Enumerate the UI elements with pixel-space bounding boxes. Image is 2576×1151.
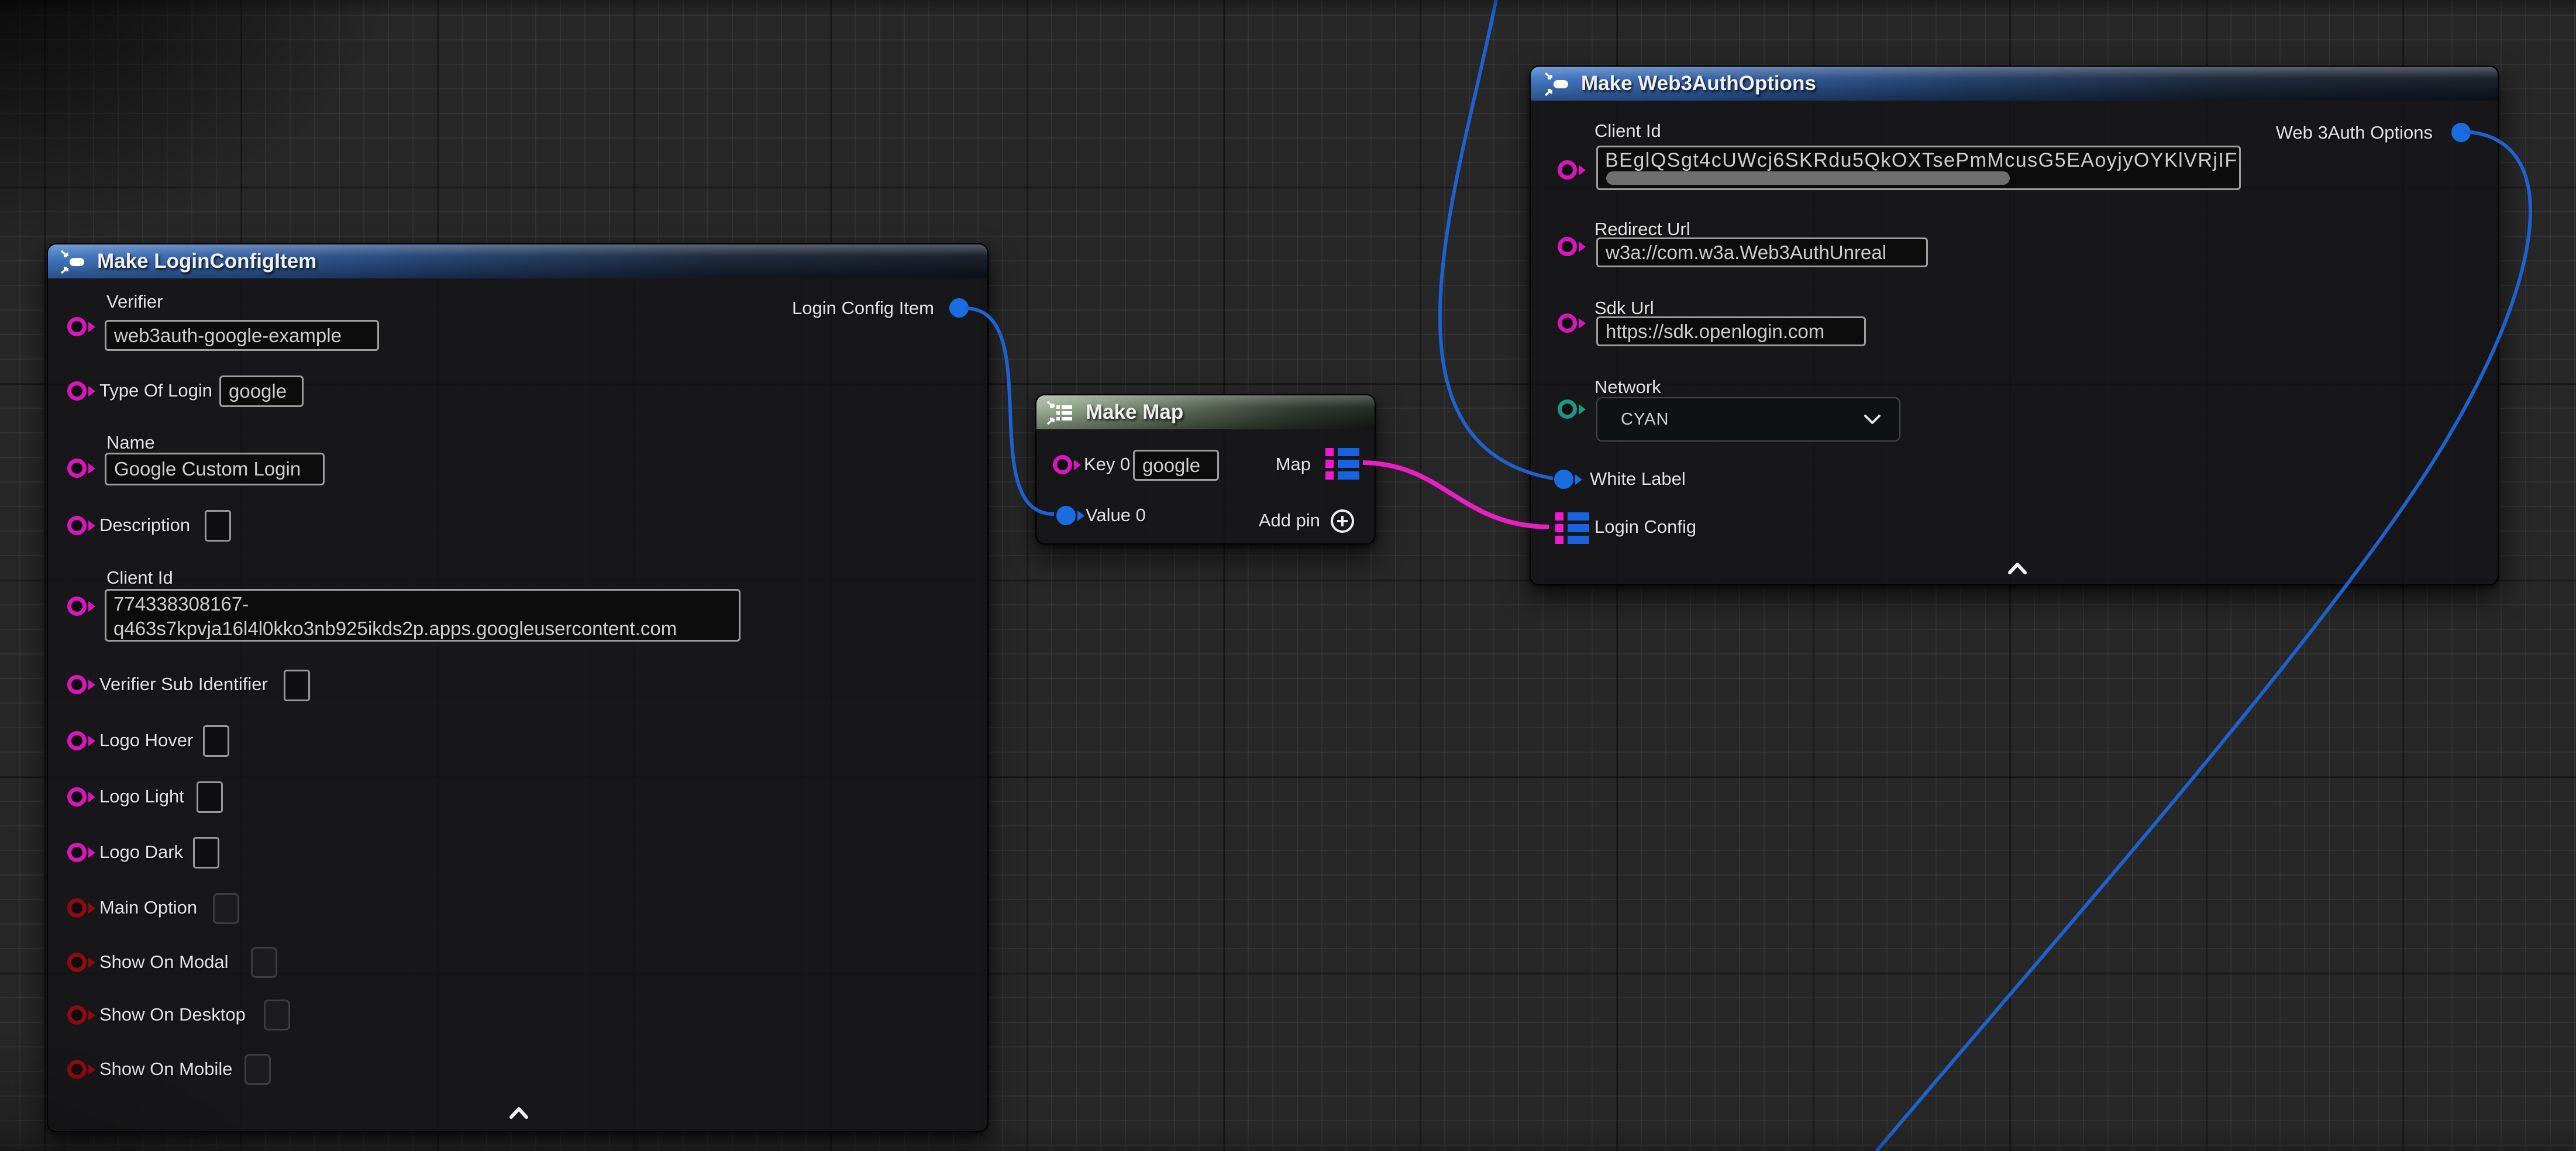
sdk-url-input[interactable]: https://sdk.openlogin.com: [1596, 316, 1866, 346]
node-make-web3authoptions[interactable]: Make Web3AuthOptions Web 3Auth Options C…: [1530, 66, 2499, 585]
pin-label-login-config: Login Config: [1594, 516, 1696, 537]
pin-label-name: Name: [106, 432, 155, 453]
show-on-mobile-checkbox[interactable]: [244, 1054, 271, 1085]
pin-description[interactable]: [67, 516, 87, 535]
network-selected-value: CYAN: [1621, 410, 1669, 429]
pin-label-client-id: Client Id: [106, 567, 173, 588]
name-input[interactable]: Google Custom Login: [105, 453, 325, 485]
collapse-node-chevron-icon[interactable]: [2007, 562, 2027, 575]
node-title: Make Web3AuthOptions: [1581, 72, 1816, 95]
pin-label-redirect-url: Redirect Url: [1594, 219, 1690, 240]
pin-label-logo-light: Logo Light: [99, 786, 184, 807]
node-header[interactable]: Make Map: [1036, 395, 1375, 429]
client-id-scrollbar[interactable]: [1606, 171, 2010, 185]
logo-dark-input[interactable]: [193, 837, 219, 869]
node-make-map[interactable]: Make Map Key 0 google Map Value 0 Add pi…: [1035, 394, 1376, 545]
pin-label-web3auth-options: Web 3Auth Options: [2276, 122, 2433, 143]
make-struct-icon: [1544, 71, 1571, 97]
type-of-login-input[interactable]: google: [219, 375, 304, 407]
network-dropdown[interactable]: CYAN: [1596, 397, 1900, 442]
pin-label-white-label: White Label: [1590, 468, 1686, 490]
client-id-text: BEglQSgt4cUWcj6SKRdu5QkOXTsePmMcusG5EAoy…: [1598, 147, 2239, 174]
logo-light-input[interactable]: [197, 781, 223, 813]
node-header[interactable]: Make Web3AuthOptions: [1531, 67, 2498, 101]
pin-label-type-of-login: Type Of Login: [99, 380, 212, 401]
chevron-down-icon: [1863, 413, 1882, 425]
pin-label-login-config-item: Login Config Item: [792, 298, 934, 319]
node-title: Make LoginConfigItem: [97, 250, 316, 273]
pin-label-network: Network: [1594, 377, 1661, 398]
pin-value-0[interactable]: [1056, 506, 1076, 525]
pin-label-value-0: Value 0: [1086, 505, 1146, 526]
make-struct-icon: [60, 249, 87, 275]
verifier-sub-identifier-input[interactable]: [284, 670, 310, 701]
pin-key-0[interactable]: [1053, 455, 1072, 474]
node-header[interactable]: Make LoginConfigItem: [48, 244, 987, 278]
pin-network[interactable]: [1558, 399, 1577, 419]
collapse-node-chevron-icon[interactable]: [509, 1107, 529, 1119]
pin-label-show-on-mobile: Show On Mobile: [99, 1059, 232, 1080]
pin-label-client-id: Client Id: [1594, 120, 1661, 142]
pin-client-id[interactable]: [67, 597, 87, 616]
node-make-loginconfigitem[interactable]: Make LoginConfigItem Login Config Item V…: [47, 243, 989, 1132]
main-option-checkbox[interactable]: [213, 893, 239, 924]
redirect-url-input[interactable]: w3a://com.w3a.Web3AuthUnreal: [1596, 237, 1928, 267]
pin-white-label[interactable]: [1554, 470, 1573, 489]
client-id-line1: 774338308167-: [113, 592, 732, 616]
pin-main-option[interactable]: [67, 898, 87, 918]
pin-logo-light[interactable]: [67, 787, 87, 807]
pin-label-map: Map: [1276, 454, 1311, 475]
make-map-icon: [1046, 400, 1076, 426]
pin-label-show-on-modal: Show On Modal: [99, 952, 229, 973]
pin-label-verifier: Verifier: [106, 291, 163, 312]
pin-type-of-login[interactable]: [67, 381, 87, 401]
pin-label-description: Description: [99, 515, 190, 536]
client-id-input[interactable]: 774338308167- q463s7kpvja16l4l0kko3nb925…: [105, 589, 741, 642]
verifier-input[interactable]: web3auth-google-example: [105, 320, 379, 351]
pin-login-config[interactable]: [1555, 512, 1589, 544]
client-id-input[interactable]: BEglQSgt4cUWcj6SKRdu5QkOXTsePmMcusG5EAoy…: [1596, 146, 2241, 190]
pin-name[interactable]: [67, 459, 87, 478]
blueprint-graph-canvas[interactable]: Make LoginConfigItem Login Config Item V…: [0, 0, 2576, 1151]
pin-map-output[interactable]: [1325, 448, 1359, 480]
pin-label-logo-dark: Logo Dark: [99, 842, 183, 863]
pin-show-on-mobile[interactable]: [67, 1060, 87, 1079]
add-pin-label: Add pin: [1259, 510, 1320, 531]
pin-client-id[interactable]: [1558, 160, 1577, 180]
pin-show-on-modal[interactable]: [67, 953, 87, 972]
pin-label-verifier-sub-identifier: Verifier Sub Identifier: [99, 674, 268, 695]
pin-label-sdk-url: Sdk Url: [1594, 298, 1654, 319]
pin-sdk-url[interactable]: [1558, 313, 1577, 333]
wire-map-to-loginconfig[interactable]: [1363, 463, 1549, 527]
pin-verifier-sub-identifier[interactable]: [67, 675, 87, 694]
show-on-modal-checkbox[interactable]: [251, 947, 277, 978]
pin-verifier[interactable]: [67, 317, 87, 336]
node-title: Make Map: [1086, 401, 1183, 424]
add-pin-icon[interactable]: [1330, 508, 1355, 534]
pin-logo-dark[interactable]: [67, 843, 87, 862]
key-0-input[interactable]: google: [1133, 450, 1219, 481]
client-id-line2: q463s7kpvja16l4l0kko3nb925ikds2p.apps.go…: [113, 616, 732, 641]
pin-show-on-desktop[interactable]: [67, 1005, 87, 1025]
pin-label-logo-hover: Logo Hover: [99, 730, 193, 751]
pin-redirect-url[interactable]: [1558, 237, 1577, 256]
pin-label-key-0: Key 0: [1084, 454, 1130, 475]
pin-label-main-option: Main Option: [99, 897, 197, 918]
show-on-desktop-checkbox[interactable]: [264, 1000, 290, 1031]
pin-label-show-on-desktop: Show On Desktop: [99, 1004, 246, 1025]
logo-hover-input[interactable]: [203, 725, 229, 757]
description-input[interactable]: [205, 510, 231, 542]
pin-logo-hover[interactable]: [67, 731, 87, 750]
